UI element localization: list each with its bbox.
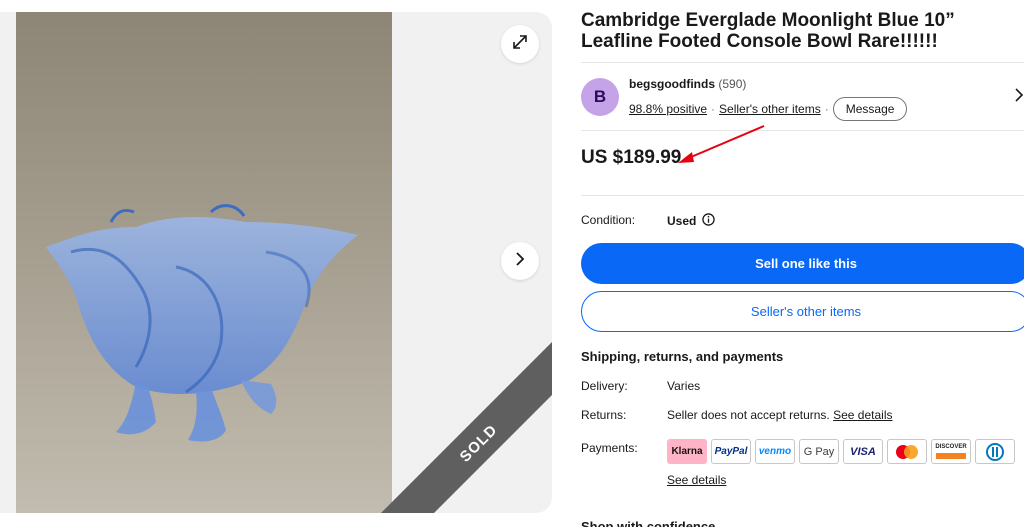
seller-feedback-link[interactable]: 98.8% positive (629, 102, 707, 116)
venmo-icon: venmo (755, 439, 795, 464)
message-button[interactable]: Message (832, 97, 908, 121)
seller-feedback-count: (590) (718, 77, 747, 91)
payment-methods: Klarna PayPal venmo G Pay VISA DISCOVER (667, 439, 1015, 464)
seller-other-items-link[interactable]: Seller's other items (719, 102, 821, 116)
returns-see-details-link[interactable]: See details (833, 408, 892, 422)
seller-name[interactable]: begsgoodfinds (590) (629, 77, 746, 91)
seller-links: 98.8% positive · Seller's other items · … (629, 97, 908, 121)
separator-dot: · (824, 102, 829, 116)
chevron-right-icon (513, 251, 527, 271)
delivery-label: Delivery: (581, 379, 628, 393)
sell-one-like-this-button[interactable]: Sell one like this (581, 243, 1024, 284)
shop-with-confidence-heading: Shop with confidence (581, 519, 716, 527)
expand-icon (511, 33, 529, 56)
payments-see-details-link[interactable]: See details (667, 473, 726, 487)
sold-label: SOLD (456, 421, 501, 466)
returns-value: Seller does not accept returns. See deta… (667, 408, 892, 422)
discover-icon: DISCOVER (931, 439, 971, 464)
expand-image-button[interactable] (501, 25, 539, 63)
seller-name-text[interactable]: begsgoodfinds (629, 77, 715, 91)
delivery-value: Varies (667, 379, 701, 393)
returns-label: Returns: (581, 408, 627, 422)
payments-label: Payments: (581, 441, 638, 455)
discover-text: DISCOVER (935, 444, 967, 450)
chevron-right-icon[interactable] (1014, 88, 1024, 107)
listing-title: Cambridge Everglade Moonlight Blue 10” L… (581, 10, 955, 52)
divider (581, 130, 1024, 131)
visa-text: VISA (850, 445, 876, 458)
separator-dot: · (711, 102, 716, 116)
klarna-icon: Klarna (667, 439, 707, 464)
sellers-other-items-button[interactable]: Seller's other items (581, 291, 1024, 332)
visa-icon: VISA (843, 439, 883, 464)
condition-label: Condition: (581, 213, 636, 227)
divider (581, 62, 1024, 63)
diners-club-icon (975, 439, 1015, 464)
mastercard-icon (887, 439, 927, 464)
shipping-heading: Shipping, returns, and payments (581, 349, 784, 364)
discover-stripe (936, 453, 966, 459)
divider (581, 195, 1024, 196)
image-gallery: SOLD (0, 12, 552, 513)
product-photo[interactable] (16, 12, 392, 513)
condition-value: Used (667, 213, 716, 229)
returns-text: Seller does not accept returns. (667, 408, 830, 422)
item-price: US $189.99 (581, 147, 682, 168)
seller-avatar[interactable]: B (581, 78, 619, 116)
paypal-icon: PayPal (711, 439, 751, 464)
info-icon[interactable] (702, 213, 716, 229)
annotation-arrow-icon (678, 125, 765, 163)
condition-text: Used (667, 214, 697, 228)
next-image-button[interactable] (501, 242, 539, 280)
google-pay-icon: G Pay (799, 439, 839, 464)
